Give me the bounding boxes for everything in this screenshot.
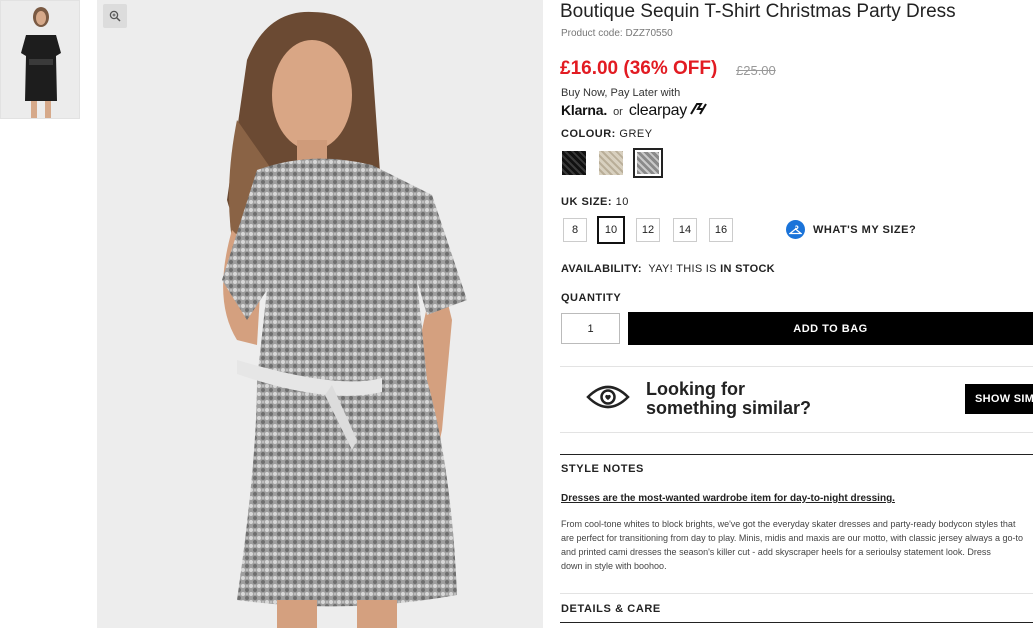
thumbnail-image — [1, 1, 79, 118]
style-notes-line: From cool-tone whites to block brights, … — [561, 519, 1016, 529]
divider — [560, 622, 1033, 623]
or-text: or — [613, 106, 623, 118]
divider — [560, 366, 1033, 367]
style-notes-headline: Dresses are the most-wanted wardrobe ite… — [561, 493, 895, 504]
add-to-bag-button[interactable]: ADD TO BAG — [628, 312, 1033, 345]
size-option-12[interactable]: 12 — [636, 218, 660, 242]
size-option-10[interactable]: 10 — [597, 216, 625, 244]
availability-text: YAY! THIS IS — [648, 263, 717, 275]
model-photo — [97, 0, 543, 628]
colour-swatch-gold[interactable] — [599, 151, 623, 175]
style-notes-line: and printed cami dresses the season's ki… — [561, 547, 991, 557]
similar-prompt: Looking for something similar? — [646, 380, 811, 418]
size-option-16[interactable]: 16 — [709, 218, 733, 242]
clearpay-logo[interactable]: clearpay — [629, 102, 708, 120]
style-notes-line: are perfect for transitioning from day t… — [561, 533, 1024, 543]
availability-label: AVAILABILITY: — [561, 263, 642, 275]
size-label-text: UK SIZE: — [561, 196, 613, 208]
whats-my-size-label: WHAT'S MY SIZE? — [813, 223, 917, 236]
colour-swatch-grey[interactable] — [637, 152, 659, 174]
similar-line-1: Looking for — [646, 379, 745, 399]
style-notes-line: down in style with boohoo. — [561, 561, 667, 571]
colour-label: COLOUR: GREY — [561, 128, 653, 140]
style-notes-body: From cool-tone whites to block brights, … — [561, 517, 1033, 573]
availability-status: IN STOCK — [720, 263, 775, 275]
similar-line-2: something similar? — [646, 398, 812, 418]
size-option-14[interactable]: 14 — [673, 218, 697, 242]
colour-swatch-black[interactable] — [562, 151, 586, 175]
divider — [560, 432, 1033, 433]
current-price: £16.00 (36% OFF) — [560, 58, 718, 79]
product-thumbnail[interactable] — [0, 0, 80, 119]
clearpay-label: clearpay — [628, 102, 687, 119]
availability: AVAILABILITY: YAY! THIS IS IN STOCK — [561, 263, 775, 275]
main-product-image[interactable] — [97, 0, 543, 628]
colour-value: GREY — [619, 128, 653, 140]
zoom-icon — [109, 10, 121, 22]
original-price: £25.00 — [736, 63, 776, 78]
size-value: 10 — [615, 196, 629, 208]
quantity-input[interactable] — [561, 313, 620, 344]
product-code: Product code: DZZ70550 — [561, 28, 673, 39]
divider — [560, 454, 1033, 455]
quantity-label: QUANTITY — [561, 292, 622, 304]
eye-icon — [586, 383, 630, 416]
whats-my-size-link[interactable]: WHAT'S MY SIZE? — [786, 220, 916, 239]
divider — [560, 593, 1033, 594]
clearpay-arrows-icon — [690, 103, 707, 115]
size-option-8[interactable]: 8 — [563, 218, 587, 242]
hanger-icon — [786, 220, 805, 239]
zoom-button[interactable] — [103, 4, 127, 28]
size-label: UK SIZE: 10 — [561, 196, 629, 208]
details-care-heading[interactable]: DETAILS & CARE — [561, 603, 661, 615]
style-notes-heading[interactable]: STYLE NOTES — [561, 463, 644, 475]
payment-providers: Klarna. or clearpay — [561, 102, 708, 120]
product-title: Boutique Sequin T-Shirt Christmas Party … — [560, 1, 956, 22]
pay-later-text: Buy Now, Pay Later with — [561, 87, 681, 99]
show-similar-button[interactable]: SHOW SIMILAR — [965, 384, 1033, 414]
colour-label-text: COLOUR: — [561, 128, 616, 140]
klarna-logo[interactable]: Klarna. — [561, 102, 607, 118]
